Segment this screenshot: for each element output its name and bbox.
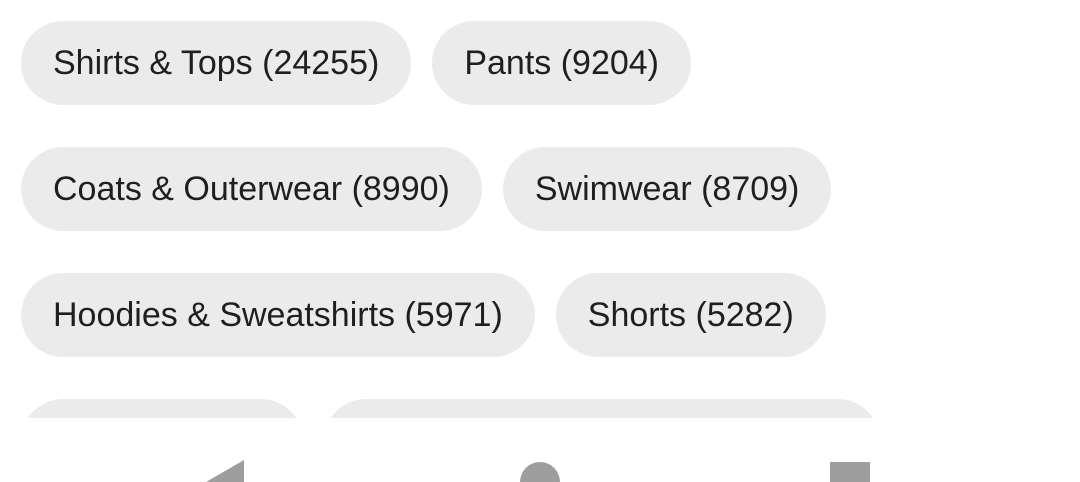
chip-row: Coats & Outerwear (8990) Swimwear (8709): [21, 147, 832, 231]
home-circle-icon: [520, 462, 560, 482]
chip-partially-visible[interactable]: [324, 399, 880, 418]
chip-coats-outerwear[interactable]: Coats & Outerwear (8990): [21, 147, 482, 231]
recents-square-icon: [830, 462, 870, 482]
chip-row: Hoodies & Sweatshirts (5971) Shorts (528…: [21, 273, 826, 357]
chip-partially-visible[interactable]: [21, 399, 303, 418]
system-navigation-bar: [0, 418, 1080, 482]
back-triangle-icon: [206, 460, 244, 482]
chip-row-partial: [21, 399, 880, 418]
chip-row: Shirts & Tops (24255) Pants (9204): [21, 21, 691, 105]
recents-button[interactable]: [782, 418, 922, 482]
home-button[interactable]: [470, 418, 610, 482]
screen: Shirts & Tops (24255) Pants (9204) Coats…: [0, 0, 1080, 482]
category-chip-list: Shirts & Tops (24255) Pants (9204) Coats…: [0, 0, 1080, 418]
chip-swimwear[interactable]: Swimwear (8709): [502, 147, 832, 231]
chip-pants[interactable]: Pants (9204): [432, 21, 691, 105]
back-button[interactable]: [170, 418, 310, 482]
chip-shirts-tops[interactable]: Shirts & Tops (24255): [21, 21, 412, 105]
chip-shorts[interactable]: Shorts (5282): [555, 273, 826, 357]
chip-hoodies-sweatshirts[interactable]: Hoodies & Sweatshirts (5971): [21, 273, 535, 357]
